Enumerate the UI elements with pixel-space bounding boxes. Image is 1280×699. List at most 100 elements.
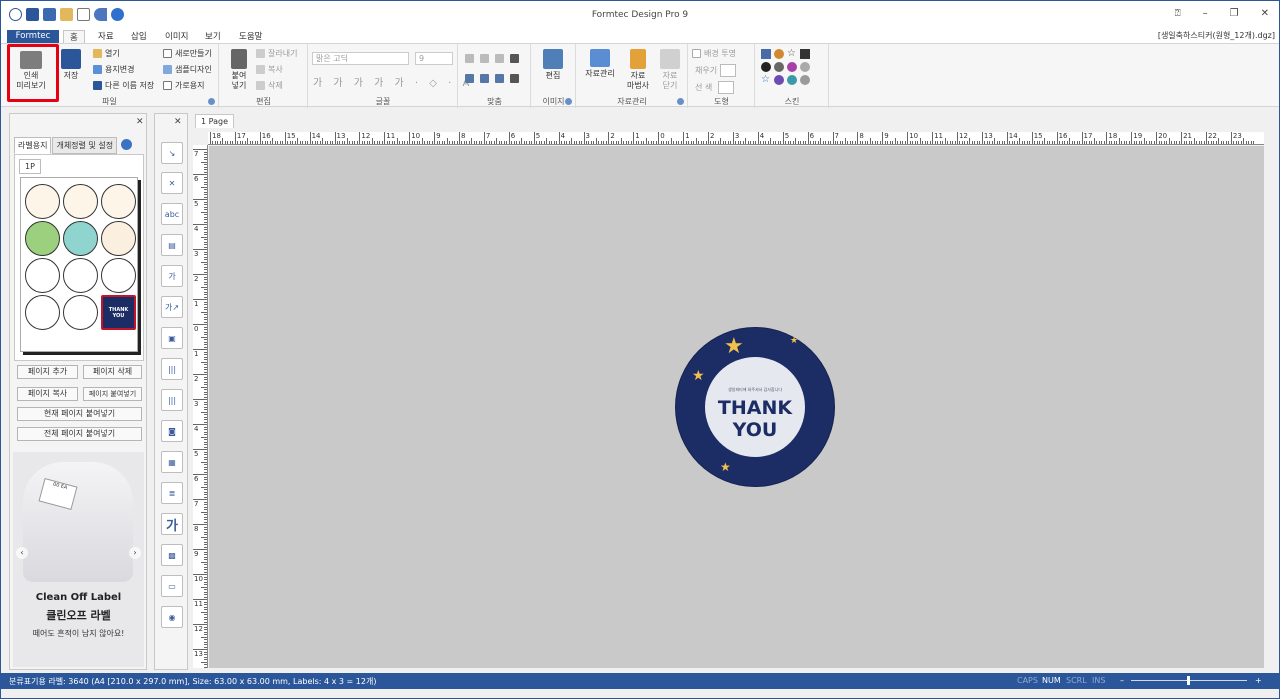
skin-gallery[interactable]: ☆ ☆ — [761, 49, 810, 85]
delete-button[interactable]: 삭제 — [256, 80, 283, 91]
tab-label-paper[interactable]: 라벨용지 — [14, 137, 52, 154]
skin-swatch[interactable] — [800, 49, 810, 59]
data-group-launcher-icon[interactable] — [677, 98, 684, 105]
clipart-icon[interactable]: ▩ — [161, 544, 183, 566]
data-manage-button[interactable]: 자료관리 — [583, 49, 617, 79]
help-icon[interactable]: ⍰ — [1175, 8, 1181, 19]
ruler-tick — [543, 141, 545, 144]
label-sheet-preview[interactable]: THANK YOU — [20, 177, 138, 352]
menu-home[interactable]: 홈 — [63, 30, 85, 43]
cd-icon[interactable]: ◉ — [161, 606, 183, 628]
menu-image[interactable]: 이미지 — [159, 30, 194, 43]
ad-next-icon[interactable]: › — [129, 547, 141, 559]
align-row-1[interactable] — [465, 54, 519, 63]
skin-swatch[interactable] — [774, 75, 784, 85]
restore-icon[interactable]: ❐ — [1230, 8, 1239, 19]
table-icon[interactable]: ▦ — [161, 451, 183, 473]
fill-color-picker[interactable]: 채우기 — [695, 64, 737, 77]
minimize-icon[interactable]: – — [1203, 8, 1208, 19]
ruler-tick — [812, 141, 814, 144]
font-style-buttons[interactable]: 가 가 가 가 가 · ◇ · A — [313, 74, 473, 89]
menu-data[interactable]: 자료 — [92, 30, 120, 43]
save-button[interactable]: 저장 — [59, 49, 83, 81]
menu-help[interactable]: 도움말 — [233, 30, 268, 43]
zoom-in-icon[interactable]: + — [1255, 676, 1262, 685]
page-tab-1[interactable]: 1 Page — [195, 114, 234, 128]
curved-text-icon[interactable]: 가↗ — [161, 296, 183, 318]
menu-formtec[interactable]: Formtec — [7, 30, 59, 43]
new-button[interactable]: 새로만들기 — [163, 48, 212, 59]
data-close-button[interactable]: 자료 닫기 — [657, 49, 683, 91]
skin-swatch[interactable] — [761, 62, 771, 72]
photo-frame-icon[interactable]: ◙ — [161, 420, 183, 442]
ruler-tick — [1250, 141, 1252, 144]
select-tool-icon[interactable]: ↘ — [161, 142, 183, 164]
paste-page-button[interactable]: 페이지 붙여넣기 — [83, 387, 142, 401]
font-name-select[interactable]: 맑은 고딕 — [312, 52, 409, 65]
vertical-text-icon[interactable]: 가 — [161, 265, 183, 287]
skin-swatch[interactable] — [800, 75, 810, 85]
add-page-button[interactable]: 페이지 추가 — [17, 365, 78, 379]
close-icon[interactable]: ✕ — [1261, 8, 1269, 19]
text-tool-icon[interactable]: 가 — [161, 513, 183, 535]
text-block-icon[interactable]: ▤ — [161, 234, 183, 256]
cut-button[interactable]: 잘라내기 — [256, 48, 297, 59]
paste-all-pages-button[interactable]: 전체 페이지 붙여넣기 — [17, 427, 142, 441]
ruler-tick — [1201, 141, 1203, 144]
copy-page-button[interactable]: 페이지 복사 — [17, 387, 78, 401]
open-button[interactable]: 열기 — [93, 48, 120, 59]
sticker-design[interactable]: ★ ★ ★ ★ 생일파티에 와주셔서 감사합니다 THANK YOU — [676, 328, 834, 486]
ad-prev-icon[interactable]: ‹ — [16, 547, 28, 559]
menu-view[interactable]: 보기 — [199, 30, 227, 43]
transparent-bg-checkbox[interactable]: 배경 투명 — [692, 48, 736, 59]
skin-swatch[interactable]: ☆ — [761, 75, 771, 85]
ruler-tick — [501, 141, 503, 144]
skin-swatch[interactable] — [787, 62, 797, 72]
zoom-slider-thumb[interactable] — [1187, 676, 1190, 685]
next-tab-icon[interactable] — [121, 139, 133, 150]
align-middle-icon — [480, 74, 489, 83]
font-size-select[interactable]: 9 — [415, 52, 453, 65]
skin-swatch[interactable] — [800, 62, 810, 72]
skin-swatch[interactable] — [787, 75, 797, 85]
list-icon[interactable]: ≣ — [161, 482, 183, 504]
text-frame-icon[interactable]: abc — [161, 203, 183, 225]
pointer-tool-icon[interactable]: ✕ — [161, 172, 183, 194]
ruler-tick — [204, 241, 207, 243]
advertisement-banner[interactable]: 00 EA ‹ › Clean Off Label 클린오프 라벨 떼어도 흔적… — [13, 452, 144, 667]
menu-insert[interactable]: 삽입 — [125, 30, 153, 43]
skin-swatch[interactable] — [761, 49, 771, 59]
sample-design-button[interactable]: 샘플디자인 — [163, 64, 212, 75]
landscape-button[interactable]: 가로용지 — [163, 80, 204, 91]
ruler-tick — [1168, 138, 1170, 144]
image-edit-button[interactable]: 편집 — [540, 49, 566, 81]
qr-code-icon[interactable]: ▣ — [161, 327, 183, 349]
close-icon[interactable]: ✕ — [136, 117, 144, 127]
data-wizard-button[interactable]: 자료 마법사 — [625, 49, 651, 91]
barcode-color-icon[interactable]: ||| — [161, 389, 183, 411]
page-tab[interactable]: 1P — [19, 159, 41, 174]
align-row-2[interactable] — [465, 74, 519, 83]
barcode-icon[interactable]: ||| — [161, 358, 183, 380]
copy-button[interactable]: 복사 — [256, 64, 283, 75]
image-icon[interactable]: ▭ — [161, 575, 183, 597]
save-as-button[interactable]: 다른 이름 저장 — [93, 80, 154, 91]
paste-button[interactable]: 붙여 넣기 — [226, 49, 252, 91]
change-paper-button[interactable]: 용지변경 — [93, 64, 134, 75]
design-canvas[interactable]: ★ ★ ★ ★ 생일파티에 와주셔서 감사합니다 THANK YOU — [209, 146, 1264, 668]
paste-current-page-button[interactable]: 현재 페이지 붙여넣기 — [17, 407, 142, 421]
tab-object-align[interactable]: 개체정렬 및 설정 — [52, 137, 118, 154]
ruler-tick — [204, 421, 207, 423]
close-icon[interactable]: ✕ — [174, 117, 182, 127]
skin-swatch[interactable]: ☆ — [787, 49, 797, 59]
group-edit: 붙여 넣기 잘라내기 복사 삭제 편집 — [220, 44, 308, 108]
file-group-launcher-icon[interactable] — [208, 98, 215, 105]
ruler-number: 10 — [411, 132, 421, 140]
delete-page-button[interactable]: 페이지 삭제 — [83, 365, 142, 379]
skin-swatch[interactable] — [774, 62, 784, 72]
line-color-picker[interactable]: 선 색 — [695, 81, 735, 94]
ruler-tick — [419, 141, 421, 144]
skin-swatch[interactable] — [774, 49, 784, 59]
image-group-launcher-icon[interactable] — [565, 98, 572, 105]
zoom-out-icon[interactable]: – — [1120, 676, 1124, 685]
